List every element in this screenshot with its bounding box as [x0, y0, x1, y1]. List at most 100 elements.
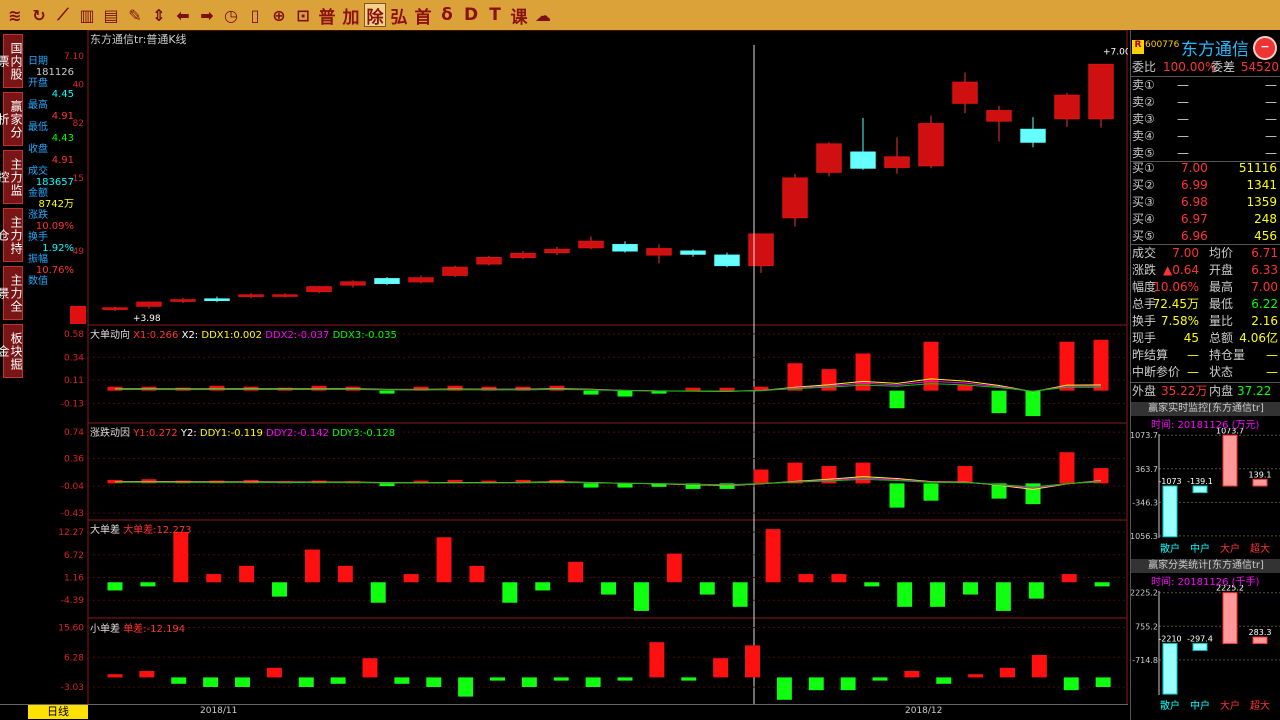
- tb-text-0[interactable]: 普: [316, 3, 338, 28]
- sidebar-item-holdings[interactable]: 主力持仓: [0, 208, 23, 262]
- candle-body: [748, 233, 774, 267]
- tb-text-7[interactable]: T: [484, 3, 506, 27]
- tb-text-1[interactable]: 加: [340, 3, 362, 28]
- sidebar-item-sectors[interactable]: 板块掘金: [0, 324, 23, 378]
- line-chart-icon[interactable]: ⟋: [52, 3, 74, 27]
- big-bar: [798, 574, 814, 583]
- tab-daily[interactable]: 日线: [28, 705, 88, 719]
- big-bar: [666, 553, 682, 583]
- ddy-legend: 涨跌动因 Y1:0.272 Y2: DDY1:-0.119 DDY2:-0.14…: [90, 424, 395, 439]
- ddy-legend-title: 涨跌动因: [90, 428, 130, 439]
- candle-body: [544, 248, 570, 254]
- big-bar: [831, 574, 847, 583]
- bar-chart-icon[interactable]: ▥: [76, 3, 98, 27]
- big-bar: [337, 565, 353, 583]
- stat-row: 涨跌 ▲0.64 开盘 6.33: [1131, 262, 1280, 279]
- axis-label: 0.36: [64, 454, 84, 464]
- date-bar: [0, 704, 1128, 720]
- arrow-left-icon[interactable]: ⬅: [172, 3, 194, 27]
- close-icon[interactable]: −: [1253, 36, 1277, 60]
- candle-body: [340, 281, 366, 286]
- stat-row: 中断参价 — 状态 —: [1131, 364, 1280, 381]
- ddy-legend-ddy2: DDY2:-0.142: [266, 428, 329, 439]
- sidebar-item-stocks[interactable]: 国内股票: [0, 34, 23, 88]
- sidebar-item-monitor[interactable]: 主力监控: [0, 150, 23, 204]
- stat-label: 持仓量: [1209, 348, 1246, 362]
- cloud-icon[interactable]: ☁: [532, 3, 554, 27]
- stat-row: 幅度 10.06% 最高 7.00: [1131, 279, 1280, 296]
- axis-label: -4.39: [61, 596, 85, 606]
- stat-value: 6.33: [1251, 263, 1278, 277]
- candle-body: [578, 240, 604, 249]
- tb-text-5[interactable]: δ: [436, 3, 458, 27]
- ddx-legend: 大单动向 X1:0.266 X2: DDX1:0.002 DDX2:-0.037…: [90, 326, 397, 341]
- axis-label: -0.04: [61, 482, 85, 492]
- pencil-icon[interactable]: ✎: [124, 3, 146, 27]
- stat-row: 成交 7.00 均价 6.71: [1131, 245, 1280, 262]
- candle-body: [238, 294, 264, 297]
- tb-text-3[interactable]: 弘: [388, 3, 410, 28]
- tb-text-2[interactable]: 除: [364, 3, 386, 28]
- sell-volume: —: [1265, 78, 1277, 92]
- ddx-legend-title: 大单动向: [90, 330, 130, 341]
- tb-text-8[interactable]: 课: [508, 3, 530, 28]
- quote-badge: R: [1132, 40, 1144, 54]
- tb-text-6[interactable]: D: [460, 3, 482, 27]
- big-bar: [1028, 582, 1044, 599]
- screen-icon[interactable]: ⊡: [292, 3, 314, 27]
- ddx-line: [115, 383, 1102, 392]
- weibi-row: 委比 100.00% 委差 54520: [1131, 59, 1280, 76]
- stat-label: 成交: [1132, 246, 1157, 260]
- buy-row: 买⑤ 6.96 456: [1131, 228, 1280, 245]
- ddy-bar: [923, 483, 939, 501]
- axis-label: 6.28: [64, 653, 84, 663]
- big-bar: [239, 565, 255, 583]
- candle-body: [204, 298, 230, 302]
- candle-body: [850, 151, 876, 169]
- candle-body: [374, 278, 400, 284]
- big-bar: [995, 582, 1011, 611]
- main-chart: +7.00 +3.98 7.10 40 82 15 49 0.58 0.34 0.11 -0.13 0…: [58, 30, 1128, 705]
- folder-add-icon[interactable]: ⊕: [268, 3, 290, 27]
- panel-frame: [87, 30, 1128, 326]
- document-icon[interactable]: ▯: [244, 3, 266, 27]
- small-bar: [776, 677, 792, 700]
- notebook-icon[interactable]: ▤: [100, 3, 122, 27]
- small-bar: [681, 677, 697, 681]
- refresh-icon[interactable]: ↻: [28, 3, 50, 27]
- ddy-bar: [753, 469, 769, 484]
- stat-value: 2.16: [1251, 314, 1278, 328]
- tb-text-4[interactable]: 首: [412, 3, 434, 28]
- axis-label: -0.13: [61, 399, 84, 409]
- stat-row: 换手 7.58% 量比 2.16: [1131, 313, 1280, 330]
- ddx-bar: [1093, 339, 1109, 391]
- ddy-bar: [1059, 452, 1075, 484]
- ddx-legend-ddx2: DDX2:-0.037: [265, 330, 330, 341]
- weibi-value: 100.00%: [1163, 60, 1217, 74]
- stat-value: ▲0.64: [1163, 263, 1199, 277]
- price-axis-label: 15: [73, 174, 84, 184]
- buy-label: 买②: [1132, 178, 1155, 192]
- small-bar: [585, 677, 601, 687]
- small-bar: [394, 677, 410, 684]
- rss-icon[interactable]: ≋: [4, 3, 26, 27]
- stat-label: 开盘: [1209, 263, 1234, 277]
- ddx-legend-x2: X2:: [181, 330, 199, 341]
- small-bar: [426, 677, 442, 687]
- stat-label: 中断参价: [1132, 365, 1181, 379]
- big-bar: [601, 582, 617, 595]
- axis-label: 0.74: [64, 428, 84, 438]
- monitor-title: 赢家实时监控[东方通信tr]: [1131, 402, 1280, 416]
- arrow-right-icon[interactable]: ➡: [196, 3, 218, 27]
- date-label-nov: 2018/11: [200, 706, 238, 716]
- sidebar-item-analysis[interactable]: 赢家分析: [0, 92, 23, 146]
- candle-body: [272, 294, 298, 297]
- sidebar-item-panorama[interactable]: 主力全景: [0, 266, 23, 320]
- clock-icon[interactable]: ◷: [220, 3, 242, 27]
- buy-volume: 456: [1254, 229, 1277, 243]
- buy-row: 买② 6.99 1341: [1131, 177, 1280, 194]
- small-bar: [617, 677, 633, 681]
- sell-row: 卖① — —: [1131, 77, 1280, 94]
- axis-label: 6.72: [64, 551, 84, 561]
- pin-icon[interactable]: ⇕: [148, 3, 170, 27]
